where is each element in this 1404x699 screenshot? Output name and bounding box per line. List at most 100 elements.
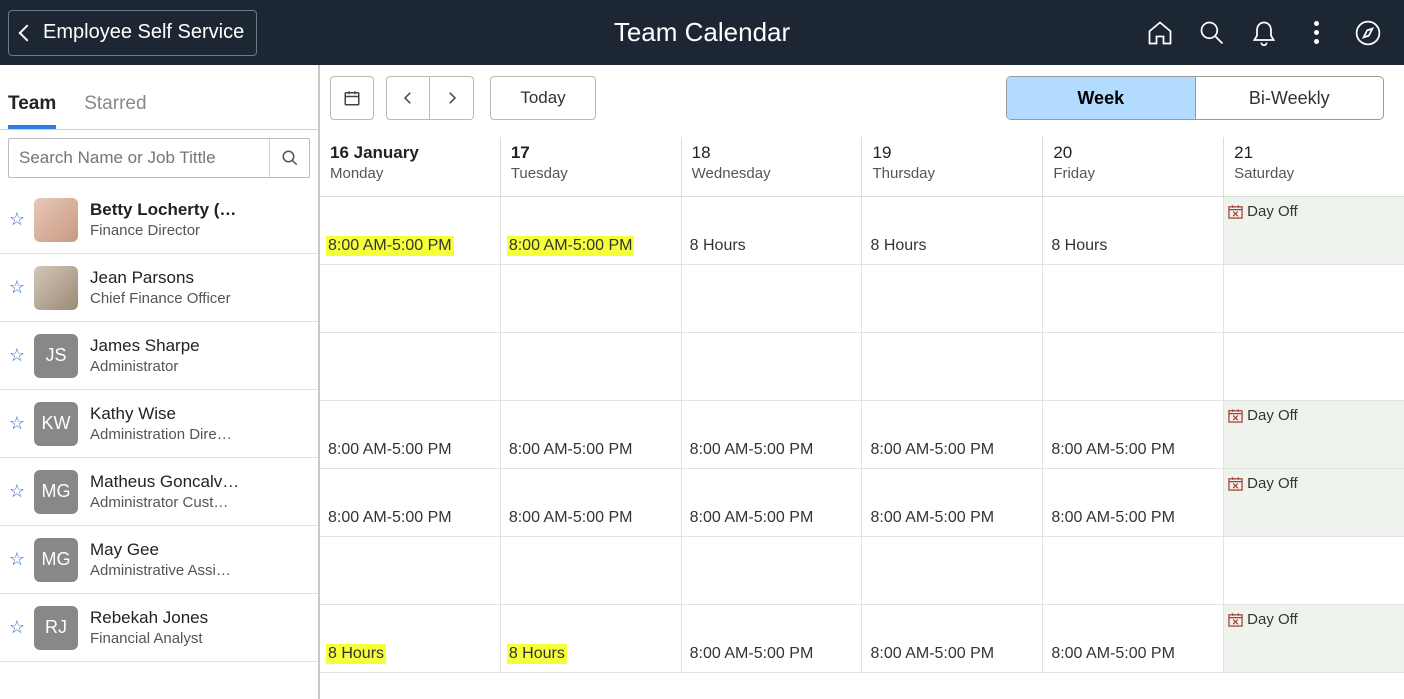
grid-cell[interactable]: 8:00 AM-5:00 PM xyxy=(501,469,682,536)
member-row[interactable]: ☆MGMatheus Goncalv…Administrator Cust… xyxy=(0,458,318,526)
grid-cell[interactable] xyxy=(682,265,863,332)
member-list: ☆ Betty Locherty (… Finance Director ☆Jean … xyxy=(0,186,318,699)
grid-cell[interactable]: 8:00 AM-5:00 PM xyxy=(862,401,1043,468)
star-icon[interactable]: ☆ xyxy=(0,345,34,366)
app-header: Employee Self Service Team Calendar xyxy=(0,0,1404,65)
star-icon[interactable]: ☆ xyxy=(0,549,34,570)
grid-cell[interactable]: 8 Hours xyxy=(862,197,1043,264)
toolbar: Today Week Bi-Weekly xyxy=(320,65,1404,137)
grid-cell[interactable] xyxy=(1224,537,1404,604)
grid-cell[interactable] xyxy=(682,333,863,400)
day-off-label: Day Off xyxy=(1228,611,1298,628)
member-title: Finance Director xyxy=(90,222,236,239)
tab-starred[interactable]: Starred xyxy=(84,93,146,129)
grid-cell[interactable] xyxy=(1224,265,1404,332)
grid-cell[interactable] xyxy=(501,333,682,400)
grid-cell[interactable]: 8 Hours xyxy=(1043,197,1224,264)
home-icon[interactable] xyxy=(1134,0,1186,65)
day-number: 20 xyxy=(1053,143,1213,163)
grid-cell[interactable]: 8:00 AM-5:00 PM xyxy=(1043,401,1224,468)
grid-cell[interactable] xyxy=(1224,333,1404,400)
back-button[interactable]: Employee Self Service xyxy=(8,10,257,56)
tab-team[interactable]: Team xyxy=(8,93,56,129)
member-row[interactable]: ☆RJRebekah JonesFinancial Analyst xyxy=(0,594,318,662)
bell-icon[interactable] xyxy=(1238,0,1290,65)
star-icon[interactable]: ☆ xyxy=(0,481,34,502)
main: Team Starred ☆ Betty Locherty (… Finance D… xyxy=(0,65,1404,699)
grid-cell[interactable]: 8:00 AM-5:00 PM xyxy=(320,401,501,468)
grid-cell[interactable] xyxy=(862,333,1043,400)
grid-cell[interactable]: 8 Hours xyxy=(682,197,863,264)
schedule-value: 8:00 AM-5:00 PM xyxy=(688,644,816,664)
day-header-cell: 18Wednesday xyxy=(682,137,863,196)
grid-cell[interactable]: Day Off xyxy=(1224,469,1404,536)
day-name: Monday xyxy=(330,165,490,182)
search-box xyxy=(8,138,310,178)
grid-cell[interactable] xyxy=(320,265,501,332)
day-name: Saturday xyxy=(1234,165,1394,182)
grid-cell[interactable] xyxy=(1043,265,1224,332)
star-icon[interactable]: ☆ xyxy=(0,277,34,298)
grid-row: 8:00 AM-5:00 PM8:00 AM-5:00 PM8 Hours8 H… xyxy=(320,197,1404,265)
grid-cell[interactable] xyxy=(682,537,863,604)
calendar-button[interactable] xyxy=(330,76,374,120)
star-icon[interactable]: ☆ xyxy=(0,209,34,230)
grid-cell[interactable] xyxy=(1043,333,1224,400)
member-row[interactable]: ☆Jean ParsonsChief Finance Officer xyxy=(0,254,318,322)
grid-cell[interactable] xyxy=(862,265,1043,332)
header-actions xyxy=(1134,0,1404,65)
star-icon[interactable]: ☆ xyxy=(0,413,34,434)
grid-cell[interactable]: 8:00 AM-5:00 PM xyxy=(501,401,682,468)
grid-cell[interactable]: 8:00 AM-5:00 PM xyxy=(320,469,501,536)
grid-cell[interactable]: 8:00 AM-5:00 PM xyxy=(862,469,1043,536)
grid-cell[interactable]: 8:00 AM-5:00 PM xyxy=(320,197,501,264)
grid-cell[interactable]: 8:00 AM-5:00 PM xyxy=(1043,469,1224,536)
day-header-cell: 21Saturday xyxy=(1224,137,1404,196)
segment-biweekly[interactable]: Bi-Weekly xyxy=(1196,77,1384,119)
more-icon[interactable] xyxy=(1290,0,1342,65)
member-row[interactable]: ☆KWKathy WiseAdministration Dire… xyxy=(0,390,318,458)
grid-cell[interactable]: 8:00 AM-5:00 PM xyxy=(501,197,682,264)
member-name: May Gee xyxy=(90,540,231,560)
search-button[interactable] xyxy=(269,139,309,177)
grid-cell[interactable]: Day Off xyxy=(1224,401,1404,468)
segment-week[interactable]: Week xyxy=(1007,77,1196,119)
grid-cell[interactable]: 8 Hours xyxy=(320,605,501,672)
member-row[interactable]: ☆JSJames SharpeAdministrator xyxy=(0,322,318,390)
grid-cell[interactable]: Day Off xyxy=(1224,197,1404,264)
search-icon[interactable] xyxy=(1186,0,1238,65)
grid-cell[interactable] xyxy=(320,537,501,604)
content: Today Week Bi-Weekly 16 JanuaryMonday17T… xyxy=(320,65,1404,699)
grid-cell[interactable]: 8:00 AM-5:00 PM xyxy=(862,605,1043,672)
day-off-label: Day Off xyxy=(1228,475,1298,492)
star-icon[interactable]: ☆ xyxy=(0,617,34,638)
prev-button[interactable] xyxy=(386,76,430,120)
avatar: JS xyxy=(34,334,78,378)
chevron-left-icon xyxy=(19,24,36,41)
next-button[interactable] xyxy=(430,76,474,120)
grid-cell[interactable]: 8:00 AM-5:00 PM xyxy=(1043,605,1224,672)
grid-cell[interactable]: 8:00 AM-5:00 PM xyxy=(682,605,863,672)
schedule-value: 8 Hours xyxy=(1049,236,1109,256)
grid-row: 8:00 AM-5:00 PM8:00 AM-5:00 PM8:00 AM-5:… xyxy=(320,469,1404,537)
day-number: 19 xyxy=(872,143,1032,163)
today-button[interactable]: Today xyxy=(490,76,596,120)
grid-cell[interactable] xyxy=(862,537,1043,604)
grid-cell[interactable] xyxy=(320,333,501,400)
search-input[interactable] xyxy=(9,148,269,168)
grid-cell[interactable] xyxy=(1043,537,1224,604)
member-row[interactable]: ☆ Betty Locherty (… Finance Director xyxy=(0,186,318,254)
grid-cell[interactable]: 8:00 AM-5:00 PM xyxy=(682,401,863,468)
grid-cell[interactable] xyxy=(501,537,682,604)
member-name: Betty Locherty (… xyxy=(90,200,236,220)
grid-cell[interactable]: Day Off xyxy=(1224,605,1404,672)
grid-cell[interactable]: 8 Hours xyxy=(501,605,682,672)
day-off-label: Day Off xyxy=(1228,203,1298,220)
grid-cell[interactable]: 8:00 AM-5:00 PM xyxy=(682,469,863,536)
member-row[interactable]: ☆MGMay GeeAdministrative Assi… xyxy=(0,526,318,594)
schedule-value: 8:00 AM-5:00 PM xyxy=(688,508,816,528)
schedule-value: 8:00 AM-5:00 PM xyxy=(1049,508,1177,528)
compass-icon[interactable] xyxy=(1342,0,1394,65)
grid-cell[interactable] xyxy=(501,265,682,332)
day-header: 16 JanuaryMonday17Tuesday18Wednesday19Th… xyxy=(320,137,1404,197)
